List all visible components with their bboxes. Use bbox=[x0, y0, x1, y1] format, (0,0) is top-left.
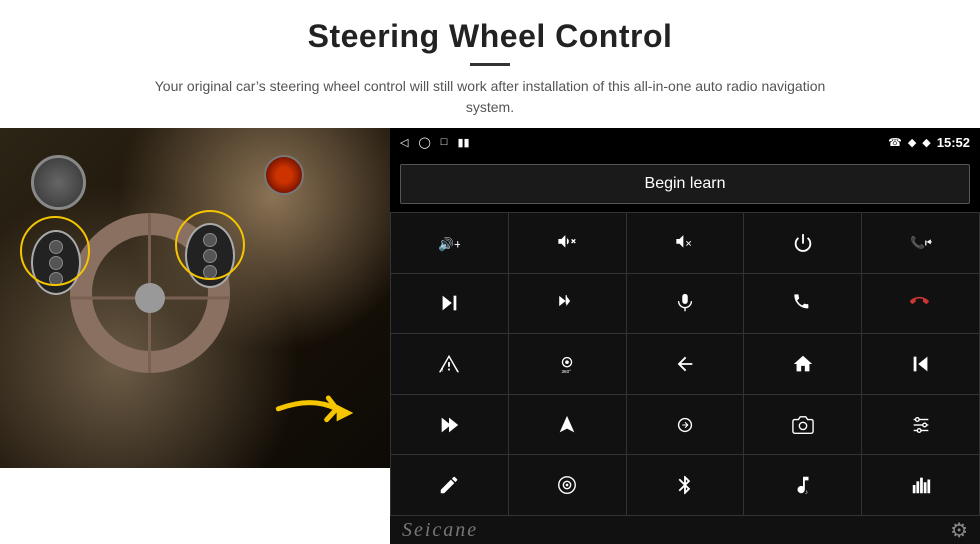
fast-forward-icon bbox=[438, 414, 460, 436]
svg-text:♪: ♪ bbox=[805, 489, 808, 496]
page-title: Steering Wheel Control bbox=[40, 18, 940, 55]
svg-text:360°: 360° bbox=[562, 369, 572, 374]
alert-icon: ! bbox=[438, 353, 460, 375]
circle-highlight-right bbox=[175, 210, 245, 280]
steering-photo bbox=[0, 128, 390, 468]
music-button[interactable]: ♪ bbox=[744, 455, 861, 515]
camera-icon bbox=[792, 414, 814, 436]
home-nav-icon[interactable]: ◯ bbox=[418, 136, 430, 149]
settings-sliders-icon bbox=[910, 414, 932, 436]
recents-nav-icon[interactable]: □ bbox=[441, 136, 448, 148]
page-wrapper: Steering Wheel Control Your original car… bbox=[0, 0, 980, 544]
status-time: 15:52 bbox=[937, 135, 970, 150]
wifi-icon: ◆ bbox=[922, 136, 930, 149]
mic-button[interactable] bbox=[627, 274, 744, 334]
equalizer-button[interactable] bbox=[862, 455, 979, 515]
svg-text:🔊+: 🔊+ bbox=[438, 235, 460, 252]
next-track-button[interactable] bbox=[391, 274, 508, 334]
status-bar: ◁ ◯ □ ▮▮ ☎ ◆ ◆ 15:52 bbox=[390, 128, 980, 156]
fast-forward-button[interactable] bbox=[391, 395, 508, 455]
phone-status-icon: ☎ bbox=[888, 136, 902, 149]
360-button[interactable]: 360° bbox=[509, 334, 626, 394]
controls-grid: 🔊+ ✕ bbox=[390, 212, 980, 516]
mute-button[interactable]: ✕ bbox=[627, 213, 744, 273]
360-icon: 360° bbox=[556, 353, 578, 375]
pen-button[interactable] bbox=[391, 455, 508, 515]
home-screen-button[interactable] bbox=[744, 334, 861, 394]
power-icon bbox=[792, 232, 814, 254]
navigate-icon bbox=[556, 414, 578, 436]
call-prev-icon: 📞⏮ bbox=[910, 232, 932, 254]
watermark-text: Seicane bbox=[402, 519, 478, 542]
skip-back-icon bbox=[910, 353, 932, 375]
back-nav-icon bbox=[674, 353, 696, 375]
hang-up-icon bbox=[910, 292, 932, 314]
android-screen: ◁ ◯ □ ▮▮ ☎ ◆ ◆ 15:52 bbox=[390, 128, 980, 544]
power-button[interactable] bbox=[744, 213, 861, 273]
music-icon: ♪ bbox=[792, 474, 814, 496]
bluetooth-button[interactable] bbox=[627, 455, 744, 515]
eq-icon bbox=[674, 414, 696, 436]
location-icon: ◆ bbox=[908, 136, 916, 149]
vol-down-button[interactable] bbox=[509, 213, 626, 273]
watermark-bar: Seicane ⚙ bbox=[390, 516, 980, 544]
eq-button[interactable] bbox=[627, 395, 744, 455]
subtitle-text: Your original car’s steering wheel contr… bbox=[140, 76, 840, 118]
svg-text:✕: ✕ bbox=[685, 239, 692, 248]
call-prev-button[interactable]: 📞⏮ bbox=[862, 213, 979, 273]
phone-answer-button[interactable] bbox=[744, 274, 861, 334]
wheel-center bbox=[135, 283, 165, 313]
bluetooth-icon bbox=[674, 474, 696, 496]
vol-up-icon: 🔊+ bbox=[438, 232, 460, 254]
back-nav-button[interactable] bbox=[627, 334, 744, 394]
back-nav-icon[interactable]: ◁ bbox=[400, 136, 408, 149]
begin-learn-row: Begin learn bbox=[390, 156, 980, 212]
title-divider bbox=[470, 63, 510, 66]
pen-icon bbox=[438, 474, 460, 496]
radio-icon bbox=[556, 474, 578, 496]
circle-highlight-left bbox=[20, 216, 90, 286]
vol-down-icon bbox=[556, 232, 578, 254]
hang-up-button[interactable] bbox=[862, 274, 979, 334]
phone-answer-icon bbox=[792, 292, 814, 314]
yellow-arrow bbox=[270, 388, 370, 438]
home-screen-icon bbox=[792, 353, 814, 375]
svg-text:📞⏮: 📞⏮ bbox=[910, 234, 932, 249]
mic-icon bbox=[674, 292, 696, 314]
radio-button[interactable] bbox=[509, 455, 626, 515]
header-section: Steering Wheel Control Your original car… bbox=[0, 0, 980, 128]
settings-gear-icon[interactable]: ⚙ bbox=[950, 518, 968, 543]
camera-button[interactable] bbox=[744, 395, 861, 455]
status-bar-right: ☎ ◆ ◆ 15:52 bbox=[888, 135, 970, 150]
skip-back-button[interactable] bbox=[862, 334, 979, 394]
status-bar-left: ◁ ◯ □ ▮▮ bbox=[400, 136, 470, 149]
svg-text:!: ! bbox=[442, 364, 444, 373]
navigate-button[interactable] bbox=[509, 395, 626, 455]
speedometer bbox=[31, 155, 86, 210]
vol-up-button[interactable]: 🔊+ bbox=[391, 213, 508, 273]
shuffle-button[interactable] bbox=[509, 274, 626, 334]
signal-icon: ▮▮ bbox=[457, 136, 469, 149]
begin-learn-button[interactable]: Begin learn bbox=[400, 164, 970, 204]
mute-icon: ✕ bbox=[674, 232, 696, 254]
settings-sliders-button[interactable] bbox=[862, 395, 979, 455]
content-area: ◁ ◯ □ ▮▮ ☎ ◆ ◆ 15:52 bbox=[0, 128, 980, 544]
shuffle-icon bbox=[556, 292, 578, 314]
alert-button[interactable]: ! bbox=[391, 334, 508, 394]
next-track-icon bbox=[438, 292, 460, 314]
equalizer-icon bbox=[910, 474, 932, 496]
